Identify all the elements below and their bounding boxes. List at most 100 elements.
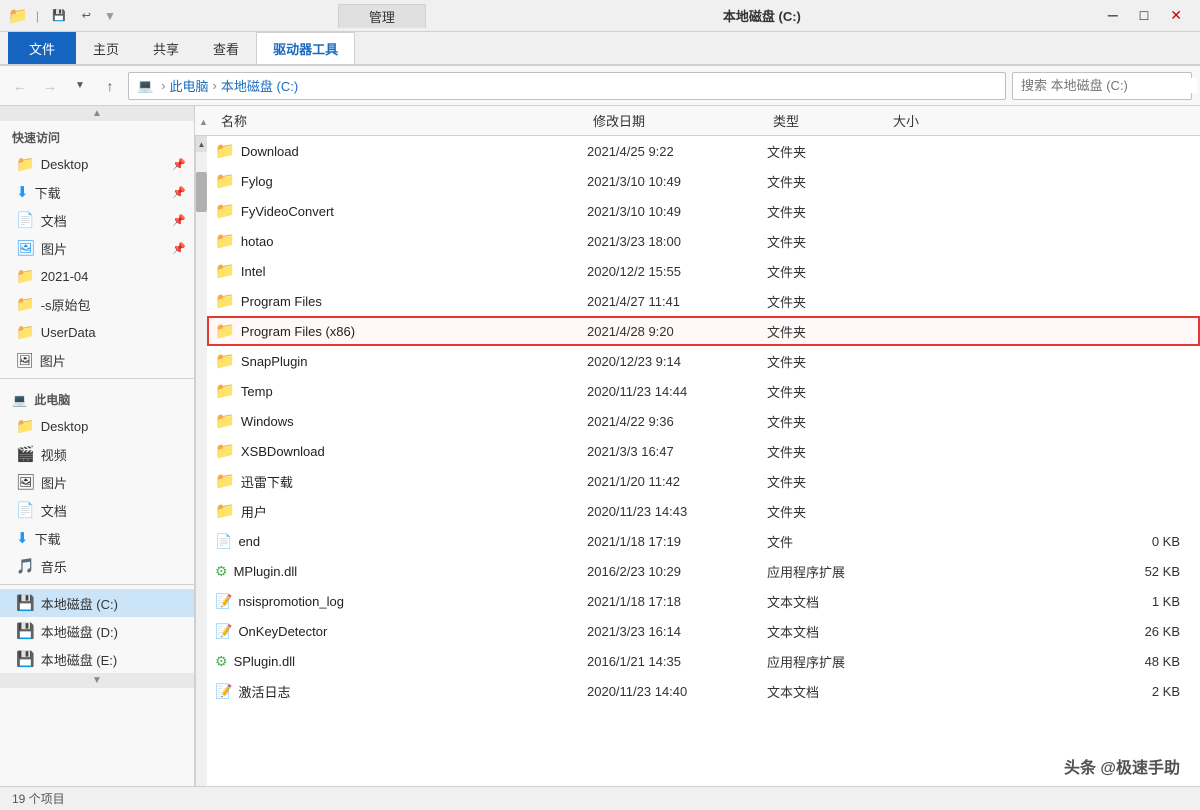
sidebar-scroll-down[interactable]: ▼	[0, 673, 194, 688]
tab-drive-tools[interactable]: 驱动器工具	[256, 32, 355, 64]
sidebar-docs-label: 文档	[41, 211, 67, 230]
txt-icon: 📝	[215, 683, 232, 700]
minimize-btn[interactable]: ─	[1098, 5, 1128, 26]
pin-icon-pic: 📌	[172, 242, 186, 255]
nav-dropdown[interactable]: ▼	[68, 74, 92, 98]
file-type: 文件夹	[767, 412, 887, 431]
col-header-type[interactable]: 类型	[773, 111, 893, 130]
sidebar-item-c-drive[interactable]: 💾 本地磁盘 (C:)	[0, 589, 194, 617]
file-row[interactable]: 📁 Program Files (x86) 2021/4/28 9:20 文件夹	[207, 316, 1200, 346]
sidebar-item-video[interactable]: 🎬 视频	[0, 440, 194, 468]
folder-icon: 📁	[215, 411, 235, 431]
file-name-text: 迅雷下载	[241, 472, 293, 491]
file-row[interactable]: 📁 FyVideoConvert 2021/3/10 10:49 文件夹	[207, 196, 1200, 226]
file-date: 2016/2/23 10:29	[587, 564, 767, 579]
path-c-drive[interactable]: 本地磁盘 (C:)	[221, 76, 298, 95]
col-header-date[interactable]: 修改日期	[593, 111, 773, 130]
title-bar-left: 📁 | 💾 ↩ ▼	[8, 6, 118, 26]
sidebar-item-docs-quick[interactable]: 📄 文档 📌	[0, 206, 194, 234]
download-icon: ⬇	[16, 183, 29, 201]
sidebar-item-download-quick[interactable]: ⬇ 下载 📌	[0, 178, 194, 206]
sidebar-item-pics2[interactable]: 🖼 图片	[0, 346, 194, 374]
ribbon-tabs: 文件 主页 共享 查看 驱动器工具	[0, 32, 1200, 64]
file-table: 📁 Download 2021/4/25 9:22 文件夹 📁 Fylog 20…	[207, 136, 1200, 786]
tab-view[interactable]: 查看	[196, 32, 256, 64]
doc-icon: 📄	[16, 211, 35, 229]
main-layout: ▲ 快速访问 📁 Desktop 📌 ⬇ 下载 📌 📄 文档 📌 🖼 图片 📌 …	[0, 106, 1200, 786]
search-input[interactable]	[1021, 78, 1197, 93]
file-row[interactable]: ⚙ MPlugin.dll 2016/2/23 10:29 应用程序扩展 52 …	[207, 556, 1200, 586]
scroll-thumb[interactable]	[196, 172, 207, 212]
file-row[interactable]: 📁 用户 2020/11/23 14:43 文件夹	[207, 496, 1200, 526]
sidebar-item-desktop-quick[interactable]: 📁 Desktop 📌	[0, 150, 194, 178]
sidebar-dl-pc-label: 下载	[35, 529, 61, 548]
sidebar-item-d-drive[interactable]: 💾 本地磁盘 (D:)	[0, 617, 194, 645]
folder-icon: 📁	[215, 501, 235, 521]
tab-file[interactable]: 文件	[8, 32, 76, 64]
sidebar-scroll-up[interactable]: ▲	[0, 106, 194, 121]
file-row[interactable]: 📝 nsispromotion_log 2021/1/18 17:18 文本文档…	[207, 586, 1200, 616]
file-type: 文件夹	[767, 352, 887, 371]
sidebar-item-desktop-pc[interactable]: 📁 Desktop	[0, 412, 194, 440]
maximize-btn[interactable]: □	[1130, 5, 1158, 26]
file-row[interactable]: 📁 SnapPlugin 2020/12/23 9:14 文件夹	[207, 346, 1200, 376]
sidebar-pics-label: 图片	[41, 239, 67, 258]
sidebar-desktop-label: Desktop	[41, 157, 89, 172]
tab-home[interactable]: 主页	[76, 32, 136, 64]
scroll-up-btn[interactable]: ▲	[196, 136, 207, 152]
sidebar-item-docs-pc[interactable]: 📄 文档	[0, 496, 194, 524]
file-row[interactable]: ⚙ SPlugin.dll 2016/1/21 14:35 应用程序扩展 48 …	[207, 646, 1200, 676]
file-row[interactable]: 📁 hotao 2021/3/23 18:00 文件夹	[207, 226, 1200, 256]
scroll-track-left[interactable]: ▲	[195, 136, 207, 786]
file-row[interactable]: 📁 Download 2021/4/25 9:22 文件夹	[207, 136, 1200, 166]
qat-undo[interactable]: ↩	[77, 7, 96, 24]
file-type: 文本文档	[767, 622, 887, 641]
file-type: 文件夹	[767, 472, 887, 491]
file-row[interactable]: 📁 Temp 2020/11/23 14:44 文件夹	[207, 376, 1200, 406]
file-row[interactable]: 📁 Fylog 2021/3/10 10:49 文件夹	[207, 166, 1200, 196]
file-row[interactable]: 📁 XSBDownload 2021/3/3 16:47 文件夹	[207, 436, 1200, 466]
sidebar-item-pics-pc[interactable]: 🖼 图片	[0, 468, 194, 496]
sidebar-item-userdata[interactable]: 📁 UserData	[0, 318, 194, 346]
path-sep1: ›	[213, 78, 217, 93]
file-type: 文件夹	[767, 502, 887, 521]
nav-back[interactable]: ←	[8, 74, 32, 98]
content-area: ▲ 名称 修改日期 类型 大小 ▲	[195, 106, 1200, 786]
sidebar-item-dl-pc[interactable]: ⬇ 下载	[0, 524, 194, 552]
sidebar-item-pics-quick[interactable]: 🖼 图片 📌	[0, 234, 194, 262]
folder-icon: 📁	[215, 141, 235, 161]
tab-view-label: 查看	[213, 42, 239, 57]
watermark-text: 头条 @极速手助	[1064, 760, 1180, 777]
file-type: 文件夹	[767, 292, 887, 311]
file-type: 文件夹	[767, 382, 887, 401]
quick-access-label: 快速访问	[12, 131, 60, 145]
qat-save[interactable]: 💾	[47, 7, 71, 24]
this-pc-header: 💻 此电脑	[0, 383, 194, 412]
sidebar-c-label: 本地磁盘 (C:)	[41, 594, 118, 613]
sidebar-item-e-drive[interactable]: 💾 本地磁盘 (E:)	[0, 645, 194, 673]
file-type: 文件	[767, 532, 887, 551]
file-row[interactable]: 📁 Program Files 2021/4/27 11:41 文件夹	[207, 286, 1200, 316]
col-headers: ▲ 名称 修改日期 类型 大小	[195, 106, 1200, 136]
col-header-name[interactable]: 名称	[213, 111, 593, 130]
nav-forward[interactable]: →	[38, 74, 62, 98]
col-header-size[interactable]: 大小	[893, 111, 1200, 130]
tab-share[interactable]: 共享	[136, 32, 196, 64]
folder-icon: 📁	[215, 201, 235, 221]
file-row[interactable]: 📝 OnKeyDetector 2021/3/23 16:14 文本文档 26 …	[207, 616, 1200, 646]
file-row[interactable]: 📁 Intel 2020/12/2 15:55 文件夹	[207, 256, 1200, 286]
file-row[interactable]: 📝 激活日志 2020/11/23 14:40 文本文档 2 KB	[207, 676, 1200, 706]
sidebar-item-2021-04[interactable]: 📁 2021-04	[0, 262, 194, 290]
file-row[interactable]: 📁 Windows 2021/4/22 9:36 文件夹	[207, 406, 1200, 436]
sidebar-item-origpkg[interactable]: 📁 -s原始包	[0, 290, 194, 318]
path-this-pc[interactable]: 此电脑	[170, 76, 209, 95]
close-btn[interactable]: ✕	[1160, 5, 1192, 26]
file-type: 文件夹	[767, 202, 887, 221]
nav-up[interactable]: ↑	[98, 74, 122, 98]
file-row[interactable]: 📄 end 2021/1/18 17:19 文件 0 KB	[207, 526, 1200, 556]
search-box[interactable]: 🔍	[1012, 72, 1192, 100]
sidebar-download-label: 下载	[35, 183, 61, 202]
file-row[interactable]: 📁 迅雷下载 2021/1/20 11:42 文件夹	[207, 466, 1200, 496]
sidebar-item-music[interactable]: 🎵 音乐	[0, 552, 194, 580]
address-path[interactable]: 💻 › 此电脑 › 本地磁盘 (C:)	[128, 72, 1006, 100]
